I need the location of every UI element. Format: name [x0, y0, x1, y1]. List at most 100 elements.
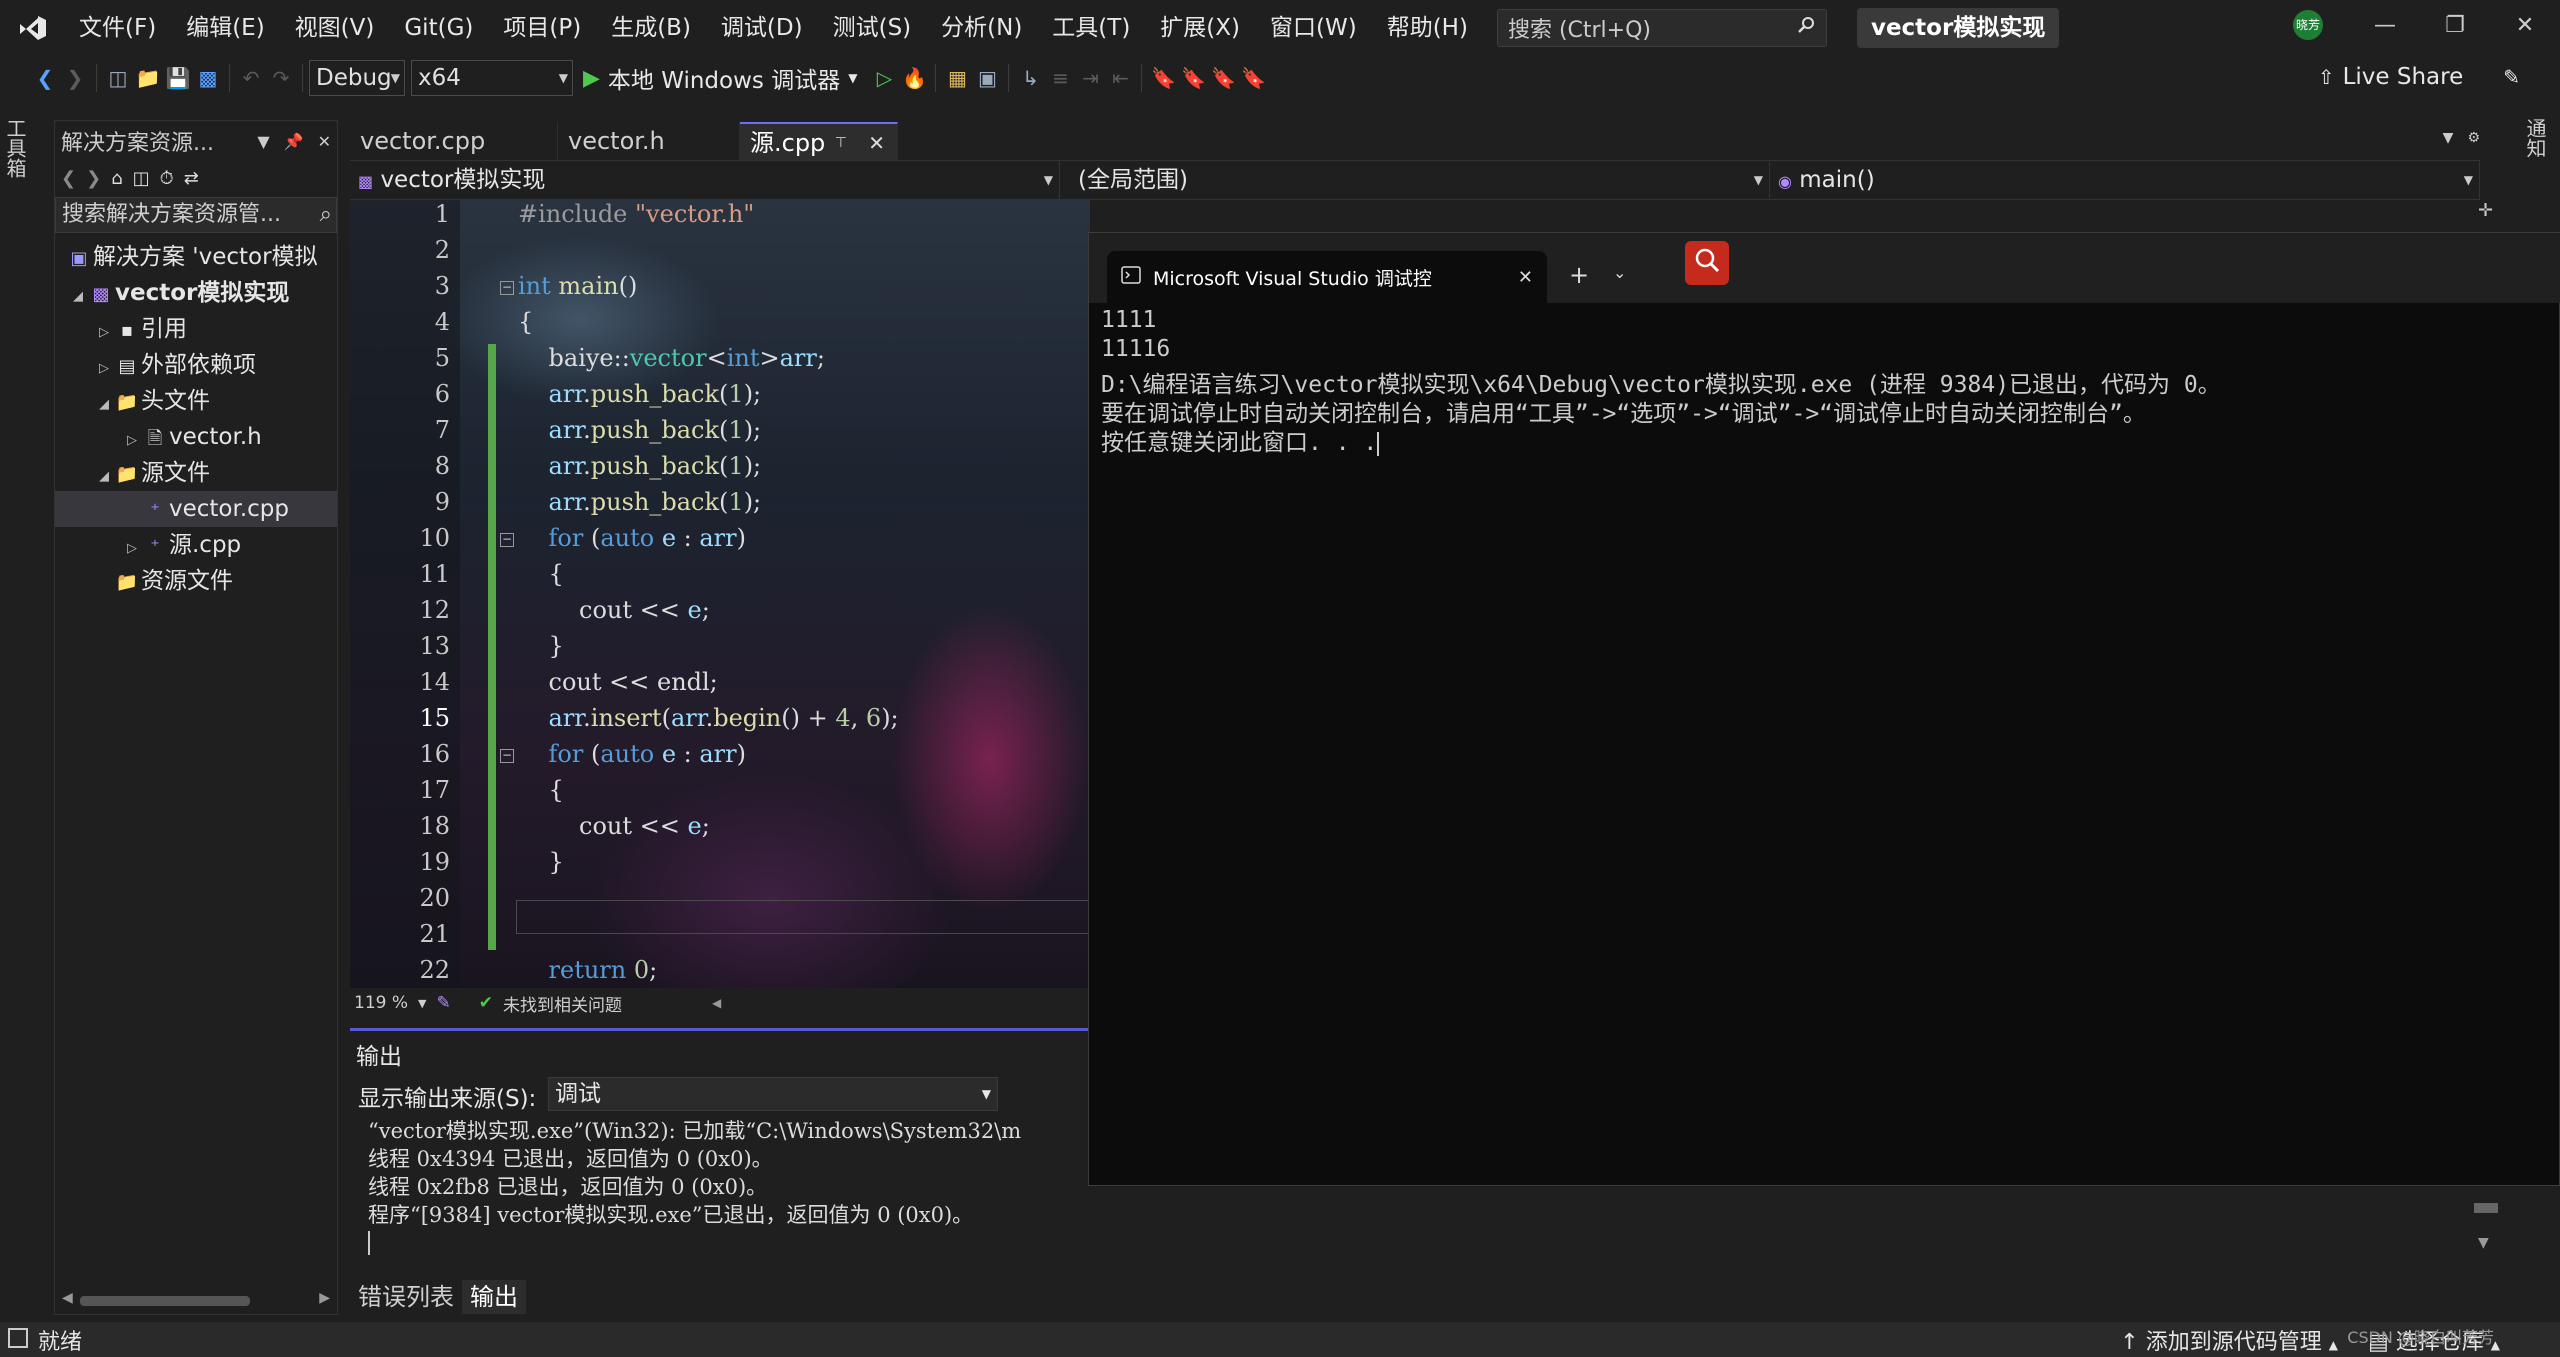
- solution-search-input[interactable]: 搜索解决方案资源管... ⌕: [55, 197, 337, 233]
- brush-icon[interactable]: ✎: [436, 993, 450, 1013]
- editor-split-button[interactable]: ✛: [2478, 200, 2504, 230]
- save-all-icon[interactable]: ▩: [193, 62, 223, 94]
- comment-icon[interactable]: ≡: [1045, 62, 1075, 94]
- forward-icon[interactable]: ❯: [60, 62, 90, 94]
- close-tab-icon[interactable]: ✕: [868, 124, 885, 162]
- tree-item-project[interactable]: ◢ ▩ vector模拟实现: [55, 275, 337, 311]
- collapse-icon[interactable]: −: [500, 281, 514, 295]
- close-window-icon[interactable]: ✕: [2490, 0, 2560, 50]
- sync-icon[interactable]: ⇄: [184, 168, 199, 189]
- menu-build[interactable]: 生成(B): [596, 8, 706, 48]
- expanded-icon[interactable]: ◢: [95, 387, 113, 419]
- open-folder-icon[interactable]: 📁: [133, 62, 163, 94]
- tree-item-solution[interactable]: ▣ 解决方案 'vector模拟: [55, 239, 337, 275]
- menu-git[interactable]: Git(G): [389, 8, 488, 48]
- notifications-tab[interactable]: 通知: [2523, 118, 2550, 158]
- back-icon[interactable]: ❮: [61, 168, 76, 189]
- start-without-debugging-icon[interactable]: ▷: [869, 62, 899, 94]
- menu-help[interactable]: 帮助(H): [1372, 8, 1483, 48]
- chevron-down-icon[interactable]: ▼: [418, 997, 426, 1010]
- expanded-icon[interactable]: ◢: [95, 459, 113, 491]
- collapsed-icon[interactable]: ▷: [95, 315, 113, 347]
- menu-window[interactable]: 窗口(W): [1255, 8, 1372, 48]
- browse-icon[interactable]: ▦: [942, 62, 972, 94]
- home-icon[interactable]: ⌂: [111, 168, 122, 189]
- tree-item-header-files[interactable]: ◢ 📁 头文件: [55, 383, 337, 419]
- clear-bookmarks-icon[interactable]: 🔖: [1238, 62, 1268, 94]
- hot-reload-icon[interactable]: 🔥: [899, 62, 929, 94]
- collapsed-icon[interactable]: ▷: [95, 351, 113, 383]
- tab-vector-h[interactable]: vector.h: [558, 122, 740, 160]
- configuration-select[interactable]: Debug ▼: [309, 60, 405, 96]
- next-bookmark-icon[interactable]: 🔖: [1208, 62, 1238, 94]
- menu-edit[interactable]: 编辑(E): [171, 8, 279, 48]
- pending-changes-icon[interactable]: ⏱: [160, 168, 174, 189]
- menu-analyze[interactable]: 分析(N): [926, 8, 1037, 48]
- forward-icon[interactable]: ❯: [86, 168, 101, 189]
- tree-item-references[interactable]: ▷ ▪ 引用: [55, 311, 337, 347]
- menu-tools[interactable]: 工具(T): [1037, 8, 1145, 48]
- output-scroll-thumb[interactable]: [2474, 1203, 2498, 1213]
- console-search-button[interactable]: [1685, 241, 1729, 285]
- prev-bookmark-icon[interactable]: 🔖: [1178, 62, 1208, 94]
- menu-project[interactable]: 项目(P): [488, 8, 596, 48]
- outdent-icon[interactable]: ⇤: [1105, 62, 1135, 94]
- live-share-button[interactable]: ⇧ Live Share ✎: [2318, 62, 2520, 92]
- collapsed-icon[interactable]: ▷: [123, 423, 141, 455]
- close-panel-icon[interactable]: ✕: [318, 132, 331, 151]
- feedback-icon[interactable]: ✎: [2503, 65, 2520, 89]
- switch-views-icon[interactable]: ◫: [133, 168, 150, 189]
- scroll-thumb[interactable]: [80, 1296, 250, 1306]
- tab-vector-cpp[interactable]: vector.cpp: [350, 122, 558, 160]
- output-source-select[interactable]: 调试 ▼: [548, 1077, 998, 1111]
- back-icon[interactable]: ❮: [30, 62, 60, 94]
- tree-item-source-cpp[interactable]: ▷ ⁺ 源.cpp: [55, 527, 337, 563]
- tab-source-cpp[interactable]: 源.cpp ⊤ ✕: [740, 122, 898, 160]
- bookmark-icon[interactable]: 🔖: [1148, 62, 1178, 94]
- tree-item-source-files[interactable]: ◢ 📁 源文件: [55, 455, 337, 491]
- new-project-icon[interactable]: ◫: [103, 62, 133, 94]
- chevron-down-icon[interactable]: ⌄: [1613, 263, 1626, 282]
- tab-list-icon[interactable]: ▼: [2443, 130, 2454, 146]
- solution-explorer-hscrollbar[interactable]: ◀ ▶: [54, 1286, 338, 1314]
- pin-icon[interactable]: ⊤: [835, 124, 847, 162]
- scroll-right-icon[interactable]: ▶: [319, 1290, 330, 1306]
- debug-console-window[interactable]: Microsoft Visual Studio 调试控 ✕ + ⌄ 1111 1…: [1088, 232, 2560, 1186]
- scroll-left-icon[interactable]: ◀: [712, 996, 721, 1010]
- start-debugging-button[interactable]: ▶ 本地 Windows 调试器 ▼: [583, 61, 857, 95]
- save-icon[interactable]: 💾: [163, 62, 193, 94]
- scroll-left-icon[interactable]: ◀: [62, 1290, 73, 1306]
- menu-extensions[interactable]: 扩展(X): [1145, 8, 1255, 48]
- global-scope-select[interactable]: (全局范围) ▼: [1060, 161, 1770, 199]
- project-scope-select[interactable]: ▩ vector模拟实现 ▼: [350, 161, 1060, 199]
- platform-select[interactable]: x64 ▼: [411, 60, 573, 96]
- account-avatar[interactable]: 晓芳: [2293, 10, 2323, 40]
- chevron-down-icon[interactable]: ▼: [257, 132, 269, 151]
- new-tab-icon[interactable]: +: [1569, 261, 1589, 289]
- minimize-icon[interactable]: —: [2350, 0, 2420, 50]
- step-icon[interactable]: ↳: [1015, 62, 1045, 94]
- issues-status[interactable]: 未找到相关问题: [503, 991, 622, 1016]
- collapse-icon[interactable]: −: [500, 533, 514, 547]
- menu-test[interactable]: 测试(S): [818, 8, 927, 48]
- toolbox-tab[interactable]: 工具箱: [3, 118, 30, 178]
- collapsed-icon[interactable]: ▷: [123, 531, 141, 563]
- restore-icon[interactable]: ❐: [2420, 0, 2490, 50]
- tab-error-list[interactable]: 错误列表: [350, 1280, 462, 1314]
- tree-item-resource-files[interactable]: 📁 资源文件: [55, 563, 337, 599]
- window-layout-icon[interactable]: ▣: [972, 62, 1002, 94]
- menu-view[interactable]: 视图(V): [280, 8, 390, 48]
- console-tab[interactable]: Microsoft Visual Studio 调试控 ✕: [1107, 251, 1547, 303]
- scroll-down-icon[interactable]: ▼: [2478, 1235, 2489, 1251]
- close-tab-icon[interactable]: ✕: [1518, 267, 1533, 288]
- undo-icon[interactable]: ↶: [236, 62, 266, 94]
- code-editor[interactable]: 1 2 3 4 5 6 7 8 9 10 11 12 13 14 15 16 1…: [350, 200, 1090, 988]
- pin-icon[interactable]: 📌: [284, 132, 304, 151]
- menu-file[interactable]: 文件(F): [64, 8, 171, 48]
- global-search-input[interactable]: 搜索 (Ctrl+Q): [1496, 9, 1827, 47]
- add-to-source-control-button[interactable]: ↑ 添加到源代码管理 ▲: [2120, 1324, 2338, 1356]
- settings-icon[interactable]: ⚙: [2467, 130, 2480, 146]
- expanded-icon[interactable]: ◢: [69, 279, 87, 311]
- tree-item-vector-cpp[interactable]: ⁺ vector.cpp: [55, 491, 337, 527]
- tab-output[interactable]: 输出: [462, 1280, 526, 1314]
